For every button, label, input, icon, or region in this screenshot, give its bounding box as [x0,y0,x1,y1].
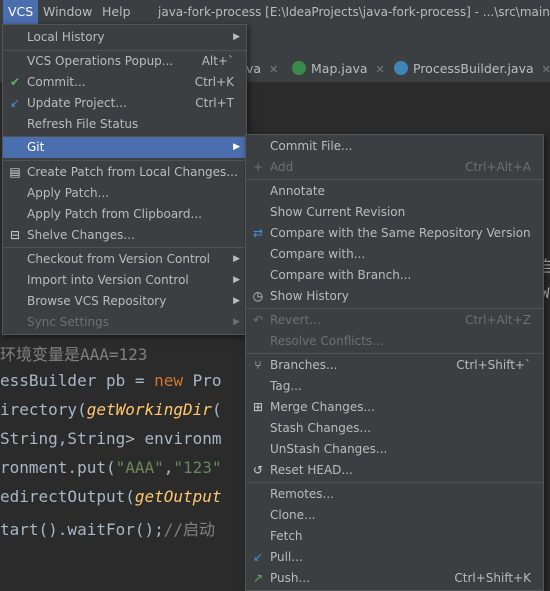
menu-item-add[interactable]: + Add Ctrl+Alt+A [246,157,543,178]
code-line: ronment.put("AAA","123" [0,458,222,477]
push-icon: ↗ [252,571,264,585]
menu-item-pull[interactable]: ↙ Pull... [246,547,543,568]
menu-item-unstash-changes[interactable]: UnStash Changes... [246,439,543,460]
tab-label: ProcessBuilder.java [413,61,534,76]
menu-help[interactable]: Help [97,0,136,24]
menu-item-refresh-file-status[interactable]: Refresh File Status [3,114,246,135]
menu-item-update-project[interactable]: ↙ Update Project... Ctrl+T [3,93,246,114]
tab-label: Map.java [311,61,368,76]
menu-item-stash-changes[interactable]: Stash Changes... [246,418,543,439]
submenu-arrow-icon: ▶ [233,317,240,327]
close-icon[interactable]: ✕ [269,63,278,76]
menu-item-compare-branch[interactable]: Compare with Branch... [246,265,543,286]
menu-item-show-history[interactable]: ◷ Show History [246,286,543,307]
menu-item-reset-head[interactable]: ↺ Reset HEAD... [246,460,543,481]
menu-item-clone[interactable]: Clone... [246,505,543,526]
menu-item-shelve-changes[interactable]: ⊟ Shelve Changes... [3,225,246,246]
clock-icon: ◷ [252,289,264,303]
close-icon[interactable]: ✕ [376,63,385,76]
menu-item-compare-same-repo[interactable]: ⇄ Compare with the Same Repository Versi… [246,223,543,244]
menu-item-merge-changes[interactable]: ⊞ Merge Changes... [246,397,543,418]
code-line: 环境变量是AAA=123 [0,345,148,364]
menu-item-commit[interactable]: ✔ Commit... Ctrl+K [3,72,246,93]
code-line: essBuilder pb = new Pro [0,371,222,390]
menu-item-apply-patch-clipboard[interactable]: Apply Patch from Clipboard... [3,204,246,225]
tab-processbuilder-java[interactable]: ProcessBuilder.java ✕ [394,56,550,82]
menu-bar: VCS Window Help java-fork-process [E:\Id… [0,0,550,24]
vcs-menu: Local History ▶ VCS Operations Popup... Al… [2,24,247,335]
code-line: irectory(getWorkingDir( [0,400,222,419]
menu-item-vcs-operations[interactable]: VCS Operations Popup... Alt+` [3,51,246,72]
submenu-arrow-icon: ▶ [233,275,240,285]
java-class-icon [394,61,408,75]
menu-window[interactable]: Window [38,0,97,24]
submenu-arrow-icon: ▶ [233,32,240,42]
submenu-arrow-icon: ▶ [233,142,240,152]
git-submenu: Commit File... + Add Ctrl+Alt+A Annotate … [245,134,544,591]
menu-item-remotes[interactable]: Remotes... [246,484,543,505]
menu-item-create-patch[interactable]: ▤ Create Patch from Local Changes... [3,162,246,183]
window-title: java-fork-process [E:\IdeaProjects\java-… [158,5,550,19]
branch-icon: ⑂ [254,358,262,372]
menu-item-show-current-revision[interactable]: Show Current Revision [246,202,543,223]
submenu-arrow-icon: ▶ [233,254,240,264]
patch-doc-icon: ▤ [9,165,21,179]
menu-item-push[interactable]: ↗ Push... Ctrl+Shift+K [246,568,543,589]
tab-partial[interactable]: va ✕ [246,56,278,82]
menu-item-sync-settings[interactable]: Sync Settings ▶ [3,312,246,333]
code-line: String,String> environm [0,429,222,448]
tab-map-java[interactable]: Map.java ✕ [292,56,385,82]
menu-item-revert[interactable]: ↶ Revert... Ctrl+Alt+Z [246,310,543,331]
menu-item-local-history[interactable]: Local History ▶ [3,27,246,48]
reset-icon: ↺ [252,463,264,477]
menu-item-resolve-conflicts[interactable]: Resolve Conflicts... [246,331,543,352]
pull-icon: ↙ [252,550,264,564]
code-line: tart().waitFor();//启动 [0,520,216,539]
menu-item-compare-with[interactable]: Compare with... [246,244,543,265]
menu-item-fetch[interactable]: Fetch [246,526,543,547]
plus-icon: + [252,160,264,174]
code-line: edirectOutput(getOutput [0,487,222,506]
merge-icon: ⊞ [252,400,264,414]
submenu-arrow-icon: ▶ [233,296,240,306]
menu-item-branches[interactable]: ⑂ Branches... Ctrl+Shift+` [246,355,543,376]
menu-item-commit-file[interactable]: Commit File... [246,136,543,157]
update-arrow-icon: ↙ [9,96,21,110]
menu-item-annotate[interactable]: Annotate [246,181,543,202]
menu-vcs[interactable]: VCS [3,0,39,24]
menu-item-import[interactable]: Import into Version Control ▶ [3,270,246,291]
shelve-icon: ⊟ [9,228,21,242]
tab-label: va [246,61,262,76]
java-class-icon [292,61,306,75]
menu-item-tag[interactable]: Tag... [246,376,543,397]
revert-icon: ↶ [252,313,264,327]
check-icon: ✔ [9,75,21,89]
compare-arrows-icon: ⇄ [252,226,264,240]
menu-item-browse-repo[interactable]: Browse VCS Repository ▶ [3,291,246,312]
menu-item-apply-patch[interactable]: Apply Patch... [3,183,246,204]
close-icon[interactable]: ✕ [542,63,550,76]
menu-item-checkout[interactable]: Checkout from Version Control ▶ [3,249,246,270]
menu-item-git[interactable]: Git ▶ [3,137,246,158]
